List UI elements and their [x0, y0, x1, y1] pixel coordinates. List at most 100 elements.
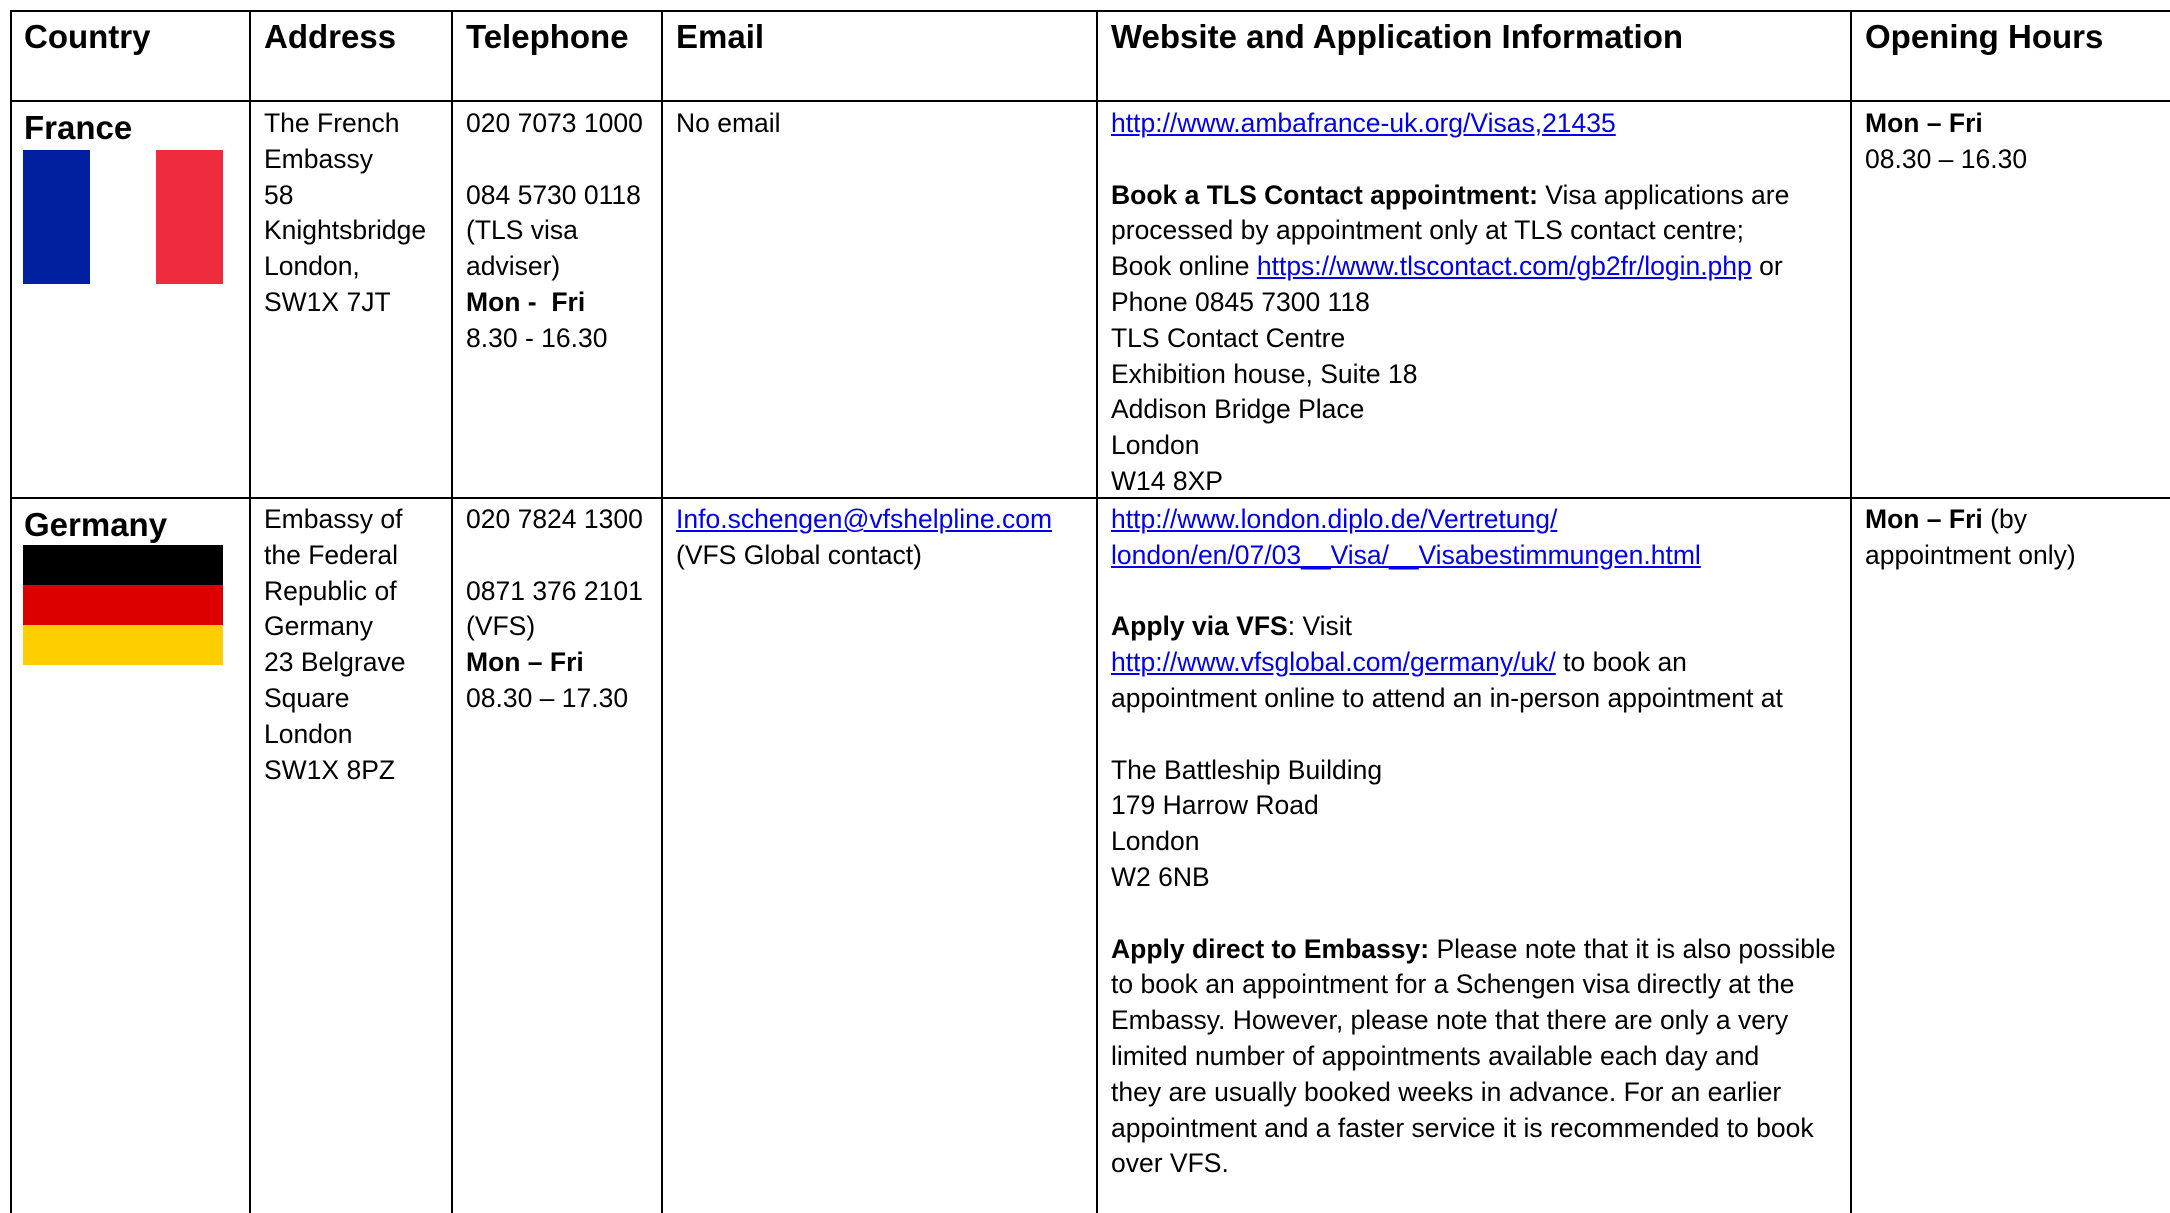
hours-days: Mon – Fri: [1865, 108, 1983, 138]
tls-booking-label: Book a TLS Contact appointment:: [1111, 179, 1538, 210]
header-email: Email: [676, 18, 765, 55]
germany-flag-icon: [23, 545, 223, 665]
hours-days: Mon – Fri: [1865, 504, 1983, 534]
tls-address-line: W14 8XP: [1111, 465, 1223, 496]
direct-embassy-text: to book an appointment for a Schengen vi…: [1111, 969, 1795, 1000]
table-border-top: [10, 10, 2170, 12]
phone-hours: 8.30 - 16.30: [466, 322, 608, 353]
hours-note: (by: [1982, 504, 2027, 534]
col-divider: [10, 10, 12, 1213]
phone-number: 0871 376 2101: [466, 575, 643, 606]
france-website-info: http://www.ambafrance-uk.org/Visas,21435…: [1111, 106, 1789, 500]
france-address: The French Embassy 58 Knightsbridge Lond…: [264, 106, 426, 321]
hours-note: appointment only): [1865, 539, 2076, 570]
address-line: SW1X 8PZ: [264, 754, 396, 785]
phone-number: 084 5730 0118: [466, 179, 641, 210]
header-hours: Opening Hours: [1865, 18, 2104, 55]
row-divider: [10, 497, 2170, 499]
france-flag-icon: [23, 150, 223, 284]
vfs-label: Apply via VFS: [1111, 611, 1288, 642]
or-text: or: [1751, 251, 1783, 282]
direct-embassy-text: over VFS.: [1111, 1148, 1229, 1179]
header-telephone: Telephone: [466, 18, 629, 55]
direct-embassy-text: Embassy. However, please note that there…: [1111, 1005, 1789, 1036]
germany-website-info: http://www.london.diplo.de/Vertretung/ l…: [1111, 502, 1836, 1182]
phone-number: 020 7073 1000: [466, 108, 643, 138]
address-line: The French: [264, 108, 400, 138]
france-opening-hours: Mon – Fri 08.30 – 16.30: [1865, 106, 2027, 178]
direct-embassy-text: they are usually booked weeks in advance…: [1111, 1076, 1782, 1107]
france-website-link[interactable]: http://www.ambafrance-uk.org/Visas,21435: [1111, 108, 1616, 138]
germany-website-link[interactable]: london/en/07/03__Visa/__Visabestimmungen…: [1111, 540, 1701, 570]
germany-opening-hours: Mon – Fri (by appointment only): [1865, 502, 2076, 574]
vfs-address-line: W2 6NB: [1111, 861, 1210, 892]
address-line: Square: [264, 682, 350, 713]
embassy-table: Country Address Telephone Email Website …: [0, 0, 2170, 1213]
vfs-address-line: The Battleship Building: [1111, 754, 1383, 785]
address-line: Republic of: [264, 575, 397, 606]
header-address: Address: [264, 18, 397, 55]
address-line: 58: [264, 179, 294, 210]
vfs-text: to book an: [1555, 647, 1687, 678]
tls-centre-name: TLS Contact Centre: [1111, 322, 1346, 353]
tls-address-line: Addison Bridge Place: [1111, 394, 1365, 425]
col-divider: [1850, 10, 1852, 1213]
france-email: No email: [676, 108, 781, 138]
country-name-germany: Germany: [24, 506, 168, 543]
header-country: Country: [24, 18, 151, 55]
address-line: London,: [264, 251, 360, 282]
header-website: Website and Application Information: [1111, 18, 1684, 55]
phone-note: (VFS): [466, 611, 536, 642]
address-line: Knightsbridge: [264, 215, 427, 246]
tls-address-line: London: [1111, 430, 1200, 461]
germany-website-link[interactable]: http://www.london.diplo.de/Vertretung/: [1111, 504, 1557, 534]
germany-email-link[interactable]: Info.schengen@vfshelpline.com: [676, 504, 1052, 534]
vfs-address-line: 179 Harrow Road: [1111, 790, 1319, 821]
phone-hours: 08.30 – 17.30: [466, 682, 629, 713]
col-divider: [451, 10, 453, 1213]
address-line: London: [264, 718, 353, 749]
header-divider: [10, 100, 2170, 102]
address-line: Embassy: [264, 143, 373, 174]
address-line: Germany: [264, 611, 373, 642]
col-divider: [1096, 10, 1098, 1213]
hours-time: 08.30 – 16.30: [1865, 143, 2028, 174]
direct-embassy-text: limited number of appointments available…: [1111, 1040, 1760, 1071]
tls-contact-link[interactable]: https://www.tlscontact.com/gb2fr/login.p…: [1257, 251, 1752, 281]
vfs-global-link[interactable]: http://www.vfsglobal.com/germany/uk/: [1111, 647, 1556, 677]
address-line: 23 Belgrave: [264, 647, 406, 678]
vfs-text: appointment online to attend an in-perso…: [1111, 682, 1783, 713]
tls-booking-text: processed by appointment only at TLS con…: [1111, 215, 1744, 246]
phone-days: Mon – Fri: [466, 647, 584, 678]
col-divider: [661, 10, 663, 1213]
address-line: SW1X 7JT: [264, 286, 391, 317]
col-divider: [249, 10, 251, 1213]
direct-embassy-text: appointment and a faster service it is r…: [1111, 1112, 1814, 1143]
direct-embassy-text: Please note that it is also possible: [1429, 933, 1836, 964]
phone-note: (TLS visa: [466, 215, 578, 246]
book-online-text: Book online: [1111, 251, 1257, 282]
tls-booking-text: Visa applications are: [1537, 179, 1790, 210]
tls-address-line: Exhibition house, Suite 18: [1111, 358, 1418, 389]
tls-phone: Phone 0845 7300 118: [1111, 286, 1370, 317]
email-note: (VFS Global contact): [676, 539, 922, 570]
germany-telephone: 020 7824 1300 0871 376 2101 (VFS) Mon – …: [466, 502, 643, 717]
address-line: the Federal: [264, 539, 399, 570]
phone-note: adviser): [466, 251, 561, 282]
country-name-france: France: [24, 109, 133, 146]
germany-email: Info.schengen@vfshelpline.com (VFS Globa…: [676, 502, 1052, 574]
direct-embassy-label: Apply direct to Embassy:: [1111, 933, 1430, 964]
france-telephone: 020 7073 1000 084 5730 0118 (TLS visa ad…: [466, 106, 643, 357]
vfs-address-line: London: [1111, 826, 1200, 857]
phone-number: 020 7824 1300: [466, 504, 643, 534]
vfs-text: : Visit: [1287, 611, 1353, 642]
address-line: Embassy of: [264, 504, 403, 534]
germany-address: Embassy of the Federal Republic of Germa…: [264, 502, 405, 788]
phone-days: Mon - Fri: [466, 286, 586, 317]
